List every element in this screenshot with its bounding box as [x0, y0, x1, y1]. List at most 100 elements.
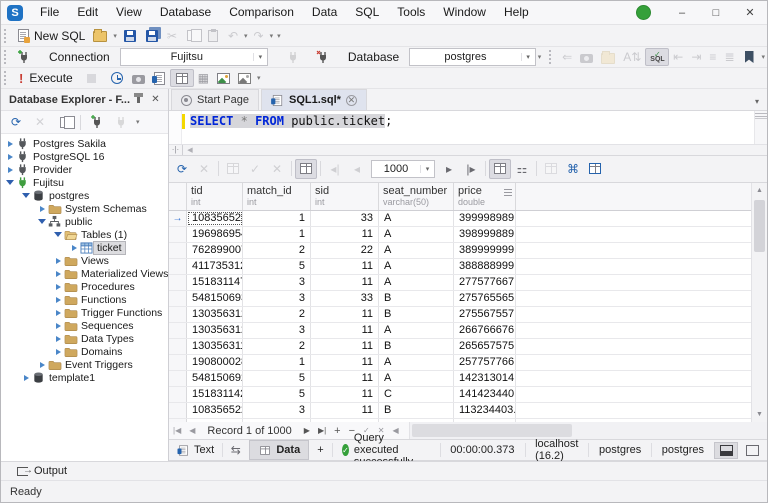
last-page-button[interactable]: |▸ [460, 159, 482, 179]
cell-match_id[interactable]: 2 [243, 242, 311, 258]
row-indicator[interactable] [169, 402, 187, 418]
cell-seat_number[interactable]: B [379, 338, 454, 354]
refresh-results-button[interactable]: ⟳ [171, 159, 193, 179]
row-indicator[interactable] [169, 274, 187, 290]
cell-price[interactable]: 141423440... [454, 386, 516, 402]
row-indicator[interactable] [169, 338, 187, 354]
cell-seat_number[interactable]: B [379, 306, 454, 322]
card-view-button[interactable]: ⚏ [511, 159, 533, 179]
grid-view-button[interactable] [489, 158, 511, 179]
export-results-button[interactable] [149, 69, 170, 87]
connection-dropdown-arrow[interactable]: ▾ [252, 53, 267, 61]
editor-vertical-scrollbar[interactable] [754, 111, 767, 144]
last-record-button[interactable]: ▶| [314, 426, 330, 435]
query-history-button[interactable] [106, 69, 128, 87]
menu-edit[interactable]: Edit [68, 1, 107, 24]
disconnect-button[interactable] [312, 48, 334, 66]
tab-text[interactable]: Text [169, 440, 222, 460]
editor-horizontal-scrollbar[interactable]: ·|· ◀ [169, 143, 767, 156]
results-pane-toggle-button[interactable] [169, 69, 194, 87]
cell-match_id[interactable]: 1 [243, 210, 311, 226]
tree-item-system-schemas[interactable]: System Schemas [1, 202, 168, 215]
cell-tid[interactable]: 548150693 [187, 290, 243, 306]
swap-panes-button[interactable]: ⇆ [223, 440, 249, 460]
maximize-button[interactable]: □ [699, 1, 733, 24]
tab-list-dropdown-arrow[interactable]: ▾ [755, 97, 767, 110]
close-panel-button[interactable]: ✕ [147, 92, 164, 108]
tree-item-functions[interactable]: Functions [1, 293, 168, 306]
table-row[interactable]: 762899007222A389999999... [169, 242, 751, 259]
cell-match_id[interactable]: 5 [243, 258, 311, 274]
page-size-dropdown-arrow[interactable]: ▾ [420, 164, 434, 173]
scroll-left-icon[interactable]: ◀ [183, 146, 197, 154]
cell-seat_number[interactable]: A [379, 210, 454, 226]
comment-button[interactable]: ⇐ [558, 48, 576, 66]
table-row[interactable]: →1083565226133A399998989... [169, 210, 751, 227]
column-header-sid[interactable]: sid int [311, 182, 379, 210]
cell-match_id[interactable]: 1 [243, 226, 311, 242]
minimize-button[interactable]: – [665, 1, 699, 24]
cell-seat_number[interactable]: C [379, 386, 454, 402]
cell-seat_number[interactable]: A [379, 226, 454, 242]
apply-changes-button[interactable] [222, 159, 244, 179]
cell-price[interactable]: 275567557... [454, 306, 516, 322]
cell-tid[interactable]: 548150692 [187, 370, 243, 386]
expand-arrow-icon[interactable] [5, 153, 15, 160]
tree-item-domains[interactable]: Domains [1, 345, 168, 358]
layout-button[interactable]: ▦ [194, 69, 213, 87]
copy-button[interactable] [181, 27, 202, 45]
new-connection-button-2[interactable] [86, 112, 108, 132]
table-row[interactable]: 411735312511A388888999... [169, 258, 751, 275]
row-indicator[interactable]: → [169, 210, 187, 226]
stop-button[interactable] [83, 69, 100, 87]
expand-arrow-icon[interactable] [53, 257, 63, 264]
cell-price[interactable]: 113234403... [454, 402, 516, 418]
page-size-combobox[interactable]: 1000 ▾ [371, 159, 435, 178]
results-grid[interactable]: tid int match_id int sid int seat_number varcha… [169, 182, 751, 423]
cell-match_id[interactable]: 3 [243, 402, 311, 418]
cell-match_id[interactable]: 5 [243, 370, 311, 386]
validate-sql-button[interactable]: SQL [645, 48, 670, 66]
chart-button[interactable] [234, 69, 255, 87]
cell-match_id[interactable]: 3 [243, 322, 311, 338]
cell-seat_number[interactable]: A [379, 322, 454, 338]
table-row[interactable]: 1303563111211B265657575... [169, 338, 751, 355]
tab-sql1[interactable]: SQL1.sql* ✕ [260, 89, 367, 110]
cell-price[interactable]: 398999889... [454, 226, 516, 242]
sql-toolbar-options-arrow[interactable]: ▾ [760, 53, 768, 61]
new-connection-button[interactable] [13, 48, 35, 66]
tree-item-postgres-sakila[interactable]: Postgres Sakila [1, 137, 168, 150]
open-file-button[interactable] [89, 27, 111, 45]
table-row[interactable]: 1083565225311B113234403... [169, 402, 751, 419]
row-indicator[interactable] [169, 258, 187, 274]
tree-item-views[interactable]: Views [1, 254, 168, 267]
cell-price[interactable]: 257757766... [454, 354, 516, 370]
bookmark-button[interactable] [739, 48, 760, 66]
table-row[interactable]: 1908000285111A257757766... [169, 354, 751, 371]
execute-button[interactable]: ! Execute [13, 69, 77, 87]
tree-item-procedures[interactable]: Procedures [1, 280, 168, 293]
refresh-explorer-button[interactable]: ⟳ [5, 112, 27, 132]
cell-sid[interactable]: 22 [311, 242, 379, 258]
cell-sid[interactable]: 11 [311, 226, 379, 242]
connection-combobox[interactable]: Fujitsu ▾ [119, 48, 268, 66]
scrollbar-track[interactable] [752, 198, 767, 408]
cell-sid[interactable]: 11 [311, 322, 379, 338]
table-row[interactable]: 1518311470311A277577667... [169, 274, 751, 291]
menu-comparison[interactable]: Comparison [220, 1, 303, 24]
grid-horizontal-scrollbar[interactable] [408, 422, 767, 439]
cell-seat_number[interactable]: B [379, 402, 454, 418]
tab-data[interactable]: Data [249, 440, 310, 460]
cell-tid[interactable]: 1083565225 [187, 402, 243, 418]
cell-match_id[interactable]: 3 [243, 290, 311, 306]
splitter-handle-icon[interactable]: ·|· [169, 144, 183, 155]
cell-tid[interactable]: 1083565226 [187, 210, 243, 226]
cell-seat_number[interactable]: A [379, 258, 454, 274]
undo-button[interactable]: ↶ [224, 27, 242, 45]
collapse-arrow-icon[interactable] [53, 232, 63, 237]
table-row[interactable]: 1303563122311A266766676... [169, 322, 751, 339]
table-row[interactable]: 1518311427511C141423440... [169, 386, 751, 403]
database-combobox[interactable]: postgres ▾ [409, 48, 536, 66]
collapse-arrow-icon[interactable] [5, 180, 15, 185]
cell-price[interactable]: 277577667... [454, 274, 516, 290]
